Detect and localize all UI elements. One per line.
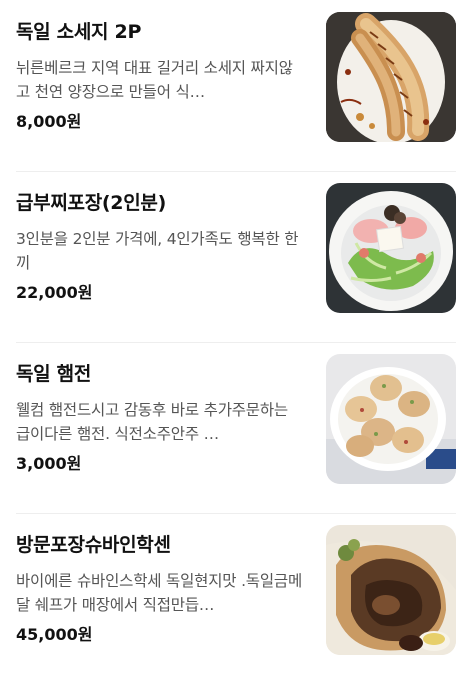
menu-item-text: 급부찌포장(2인분) 3인분을 2인분 가격에, 4인가족도 행복한 한끼 22… [16, 189, 306, 305]
menu-item[interactable]: 독일 소세지 2P 뉘른베르크 지역 대표 길거리 소세지 짜지않고 천연 양장… [0, 0, 468, 171]
menu-item-name: 독일 소세지 2P [16, 21, 142, 43]
menu-item[interactable]: 방문포장슈바인학센 바이에른 슈바인스학세 독일현지맛 .독일금메달 쉐프가 매… [0, 513, 468, 684]
menu-item-name: 방문포장슈바인학센 [16, 534, 171, 556]
menu-item-price: 22,000원 [16, 283, 93, 302]
ham-pancake-photo[interactable] [326, 354, 456, 484]
menu-item[interactable]: 급부찌포장(2인분) 3인분을 2인분 가격에, 4인가족도 행복한 한끼 22… [0, 171, 468, 342]
menu-item-name: 독일 햄전 [16, 363, 92, 385]
menu-item-text: 독일 소세지 2P 뉘른베르크 지역 대표 길거리 소세지 짜지않고 천연 양장… [16, 18, 306, 134]
menu-item-description: 뉘른베르크 지역 대표 길거리 소세지 짜지않고 천연 양장으로 만들어 식… [16, 59, 293, 101]
menu-item-price: 3,000원 [16, 454, 82, 473]
menu-item-text: 방문포장슈바인학센 바이에른 슈바인스학세 독일현지맛 .독일금메달 쉐프가 매… [16, 531, 306, 647]
schweinshaxe-photo[interactable] [326, 525, 456, 655]
menu-item[interactable]: 독일 햄전 웰컴 햄전드시고 감동후 바로 추가주문하는 급이다른 햄전. 식전… [0, 342, 468, 513]
menu-item-description: 3인분을 2인분 가격에, 4인가족도 행복한 한끼 [16, 230, 299, 272]
menu-item-description: 바이에른 슈바인스학세 독일현지맛 .독일금메달 쉐프가 매장에서 직접만듭… [16, 572, 303, 614]
menu-item-price: 45,000원 [16, 625, 93, 644]
menu-item-name: 급부찌포장(2인분) [16, 192, 166, 214]
menu-item-price: 8,000원 [16, 112, 82, 131]
menu-item-description: 웰컴 햄전드시고 감동후 바로 추가주문하는 급이다른 햄전. 식전소주안주 … [16, 401, 288, 443]
menu-list: 독일 소세지 2P 뉘른베르크 지역 대표 길거리 소세지 짜지않고 천연 양장… [0, 0, 468, 684]
sausage-photo[interactable] [326, 12, 456, 142]
budae-jjigae-photo[interactable] [326, 183, 456, 313]
menu-item-text: 독일 햄전 웰컴 햄전드시고 감동후 바로 추가주문하는 급이다른 햄전. 식전… [16, 360, 306, 476]
